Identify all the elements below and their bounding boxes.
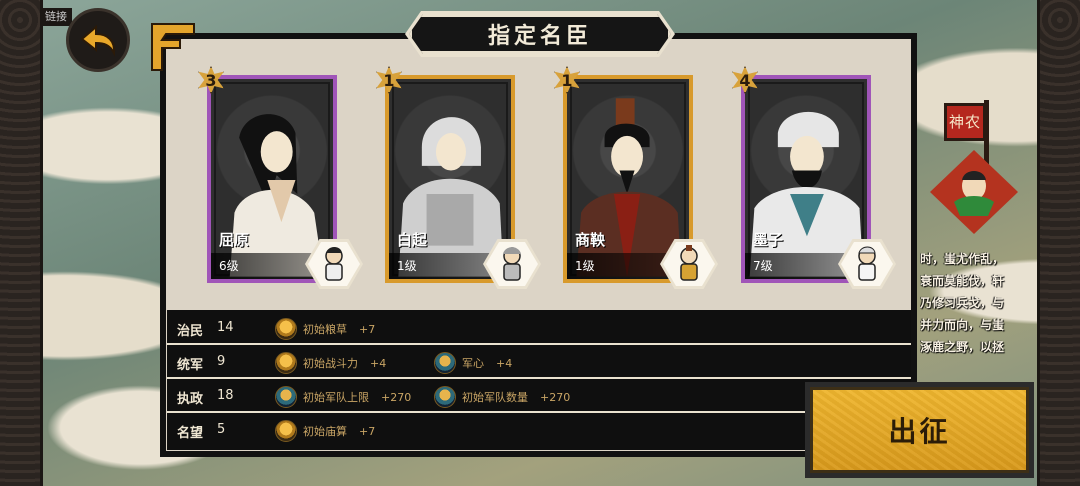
rank-number: 3: [205, 70, 217, 90]
hero-name: 白起: [397, 231, 428, 249]
back-button[interactable]: [66, 8, 130, 72]
corner-ornament-icon: [151, 23, 195, 71]
troops-icon: [275, 386, 297, 408]
bonus-label: 初始军队上限: [303, 391, 369, 404]
fist-icon: [275, 352, 297, 374]
story-line: 时，蚩尤作乱，: [920, 252, 1005, 266]
bonus-item: 初始军队数量 +270: [434, 386, 570, 408]
bonus-label: 初始粮草: [303, 323, 347, 336]
morale-icon: [434, 352, 456, 374]
stat-row: 执政 18 初始军队上限 +270 初始军队数量 +270: [167, 380, 911, 413]
right-border: [1037, 0, 1080, 486]
story-text: 时，蚩尤作乱， 衰而莫能伐，轩 乃修习兵戈，与 并力而向，与蚩 涿鹿之野，以拯: [920, 248, 1035, 380]
bonus-item: 初始粮草 +7: [275, 318, 375, 340]
stat-key: 名望: [177, 426, 204, 441]
story-line: 衰而莫能伐，轩: [920, 274, 1005, 288]
bonus-value: +4: [496, 356, 513, 370]
bonus-value: +7: [359, 322, 376, 336]
bonus-value: +4: [370, 356, 387, 370]
stat-key: 统军: [177, 358, 204, 373]
depart-button[interactable]: 出征: [805, 382, 1034, 478]
rank-number: 1: [561, 70, 573, 90]
bonus-label: 初始军队数量: [462, 391, 528, 404]
bonus-item: 初始军队上限 +270: [275, 386, 411, 408]
back-arrow-icon: [80, 24, 116, 57]
faction-banner: 神农: [944, 103, 986, 141]
stat-value: 18: [217, 388, 234, 403]
chibi-avatar-icon: [858, 246, 876, 281]
stat-key: 治民: [177, 324, 204, 339]
story-line: 涿鹿之野，以拯: [920, 340, 1005, 354]
chibi-avatar-icon: [503, 247, 521, 281]
stat-key: 执政: [177, 392, 204, 407]
rank-badge: 4: [731, 66, 759, 94]
bonus-item: 军心 +4: [434, 352, 512, 374]
bonus-item: 初始庙算 +7: [275, 420, 375, 442]
bonus-label: 初始战斗力: [303, 357, 358, 370]
left-border: [0, 0, 43, 486]
rank-number: 1: [383, 70, 395, 90]
stats-table: 治民 14 初始粮草 +7 统军 9 初始战斗力 +4 军心 +4 执政 18 …: [167, 310, 911, 450]
troops-icon: [434, 386, 456, 408]
rank-badge: 1: [375, 66, 403, 94]
hero-name: 屈原: [219, 231, 250, 249]
page-title: 指定名臣: [409, 14, 671, 54]
chibi-avatar-icon: [325, 247, 343, 281]
bonus-item: 初始战斗力 +4: [275, 352, 386, 374]
story-line: 并力而向，与蚩: [920, 318, 1005, 332]
bonus-value: +7: [359, 424, 376, 438]
top-left-tag[interactable]: 链接: [40, 8, 72, 26]
depart-button-label: 出征: [810, 387, 1029, 473]
grain-icon: [275, 318, 297, 340]
stat-value: 5: [217, 422, 226, 437]
stat-value: 14: [217, 320, 234, 335]
stat-row: 治民 14 初始粮草 +7: [167, 312, 911, 345]
hero-name: 墨子: [753, 231, 784, 249]
bonus-value: +270: [540, 390, 571, 404]
chibi-avatar-icon: [680, 245, 698, 281]
stat-row: 统军 9 初始战斗力 +4 军心 +4: [167, 346, 911, 379]
hero-name: 商鞅: [575, 231, 606, 249]
rank-number: 4: [739, 70, 751, 90]
rank-badge: 3: [197, 66, 225, 94]
bonus-label: 军心: [462, 357, 484, 370]
stat-value: 9: [217, 354, 226, 369]
bonus-label: 初始庙算: [303, 425, 347, 438]
rank-badge: 1: [553, 66, 581, 94]
story-line: 乃修习兵戈，与: [920, 296, 1005, 310]
bonus-value: +270: [381, 390, 412, 404]
stat-row: 名望 5 初始庙算 +7: [167, 414, 911, 447]
temple-icon: [275, 420, 297, 442]
